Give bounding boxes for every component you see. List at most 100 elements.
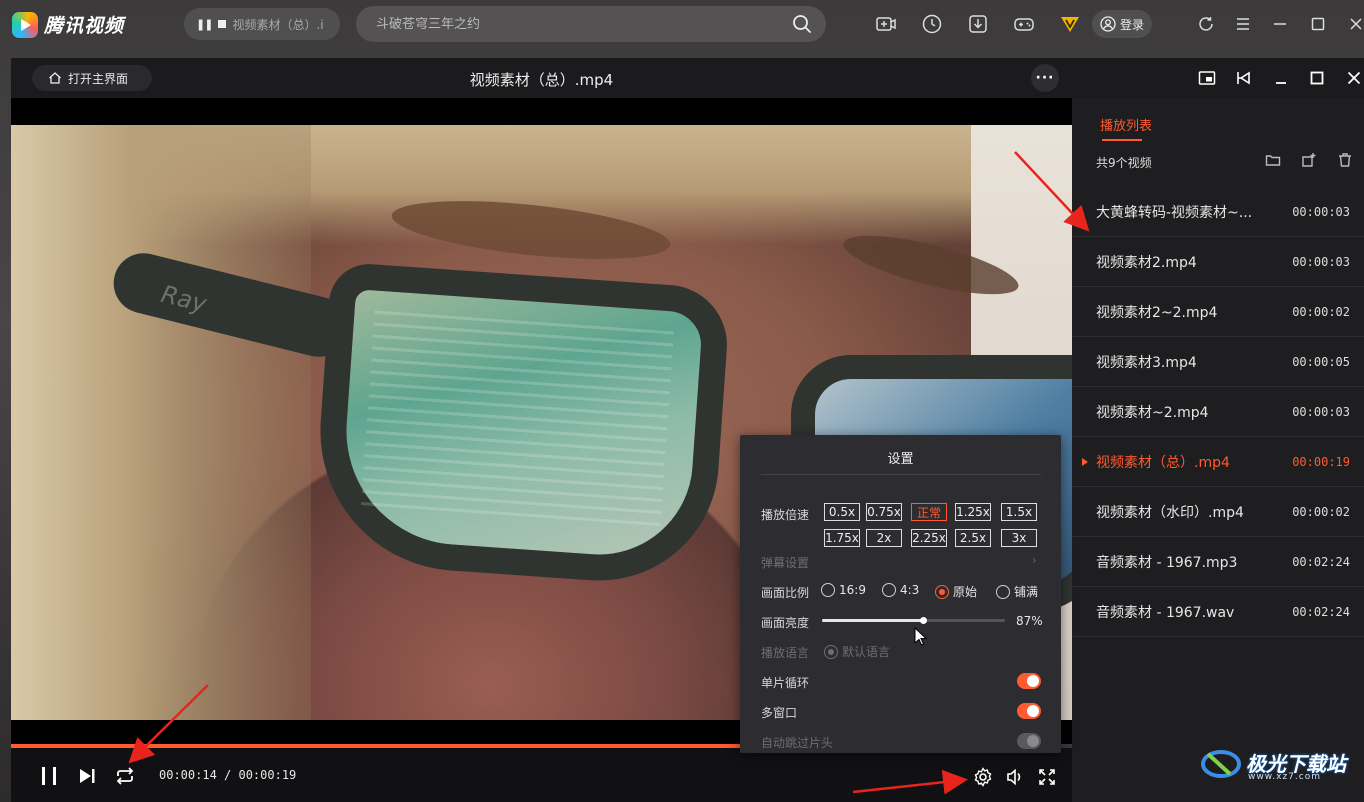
clock-icon (922, 14, 942, 34)
loop-button[interactable] (112, 764, 138, 788)
playlist-item-name: 视频素材（水印）.mp4 (1096, 504, 1244, 521)
multi-window-toggle[interactable] (1017, 703, 1041, 719)
aspect-ratio-option[interactable]: 原始 (935, 583, 977, 600)
minimize-app-button[interactable] (1268, 12, 1292, 36)
game-button[interactable] (1010, 10, 1038, 38)
speed-option[interactable]: 2.5x (955, 529, 991, 547)
aspect-ratio-option[interactable]: 铺满 (996, 583, 1038, 600)
close-icon (1347, 71, 1361, 85)
app-logo[interactable]: 腾讯视频 (12, 11, 124, 38)
chevron-right-icon[interactable]: › (1032, 553, 1037, 567)
settings-button[interactable] (972, 766, 994, 788)
close-player-button[interactable] (1343, 67, 1364, 89)
playlist-item[interactable]: 视频素材（水印）.mp4 00:00:02 (1072, 487, 1364, 537)
playlist-item[interactable]: 音频素材 - 1967.mp3 00:02:24 (1072, 537, 1364, 587)
speed-option[interactable]: 1.75x (824, 529, 860, 547)
single-loop-label: 单片循环 (761, 676, 810, 690)
volume-button[interactable] (1004, 766, 1026, 788)
speed-option[interactable]: 0.5x (824, 503, 860, 521)
close-app-button[interactable] (1344, 12, 1364, 36)
add-file-icon[interactable] (1301, 152, 1317, 168)
history-button[interactable] (918, 10, 946, 38)
download-button[interactable] (964, 10, 992, 38)
menu-button[interactable] (1231, 12, 1255, 36)
aspect-ratio-option[interactable]: 16:9 (821, 583, 866, 597)
vip-icon (1061, 17, 1079, 32)
app-window: 腾讯视频 ❚❚ 视频素材（总）.i 斗破苍穹三年之约 登录 打开主界面 视频素材… (0, 0, 1364, 802)
player-header: 打开主界面 视频素材（总）.mp4 ··· (11, 58, 1072, 98)
pin-on-top-button[interactable] (1233, 67, 1255, 89)
playlist-item[interactable]: 视频素材（总）.mp4 00:00:19 (1072, 437, 1364, 487)
now-playing-icon (1082, 457, 1088, 466)
speed-option[interactable]: 1.5x (1001, 503, 1037, 521)
aspect-ratio-option-label: 铺满 (1014, 585, 1039, 599)
playlist-count: 共9个视频 (1096, 156, 1152, 170)
pause-button[interactable] (37, 764, 61, 788)
brightness-slider-thumb[interactable] (919, 617, 927, 624)
speed-label: 播放倍速 (761, 508, 810, 522)
single-loop-toggle[interactable] (1017, 673, 1041, 689)
hamburger-icon (1237, 18, 1249, 30)
skip-intro-label: 自动跳过片头 (761, 736, 834, 750)
playlist-item[interactable]: 视频素材2.mp4 00:00:03 (1072, 237, 1364, 287)
aspect-ratio-option-label: 4:3 (900, 583, 920, 597)
playlist-item-duration: 00:00:03 (1292, 204, 1350, 219)
minimize-icon (1276, 82, 1286, 84)
picture-in-picture-icon (1198, 71, 1216, 85)
speed-option[interactable]: 1.25x (955, 503, 991, 521)
logo-text: 腾讯视频 (44, 15, 125, 37)
pause-icon (42, 767, 56, 785)
loop-icon (116, 767, 134, 785)
tencent-video-logo-icon (12, 11, 38, 38)
mini-mode-button[interactable] (1196, 67, 1218, 89)
search-bar (356, 6, 826, 42)
more-options-button[interactable]: ··· (1031, 64, 1059, 92)
current-time: 00:00:14 (159, 768, 217, 782)
brightness-slider[interactable] (822, 617, 1005, 624)
login-button[interactable]: 登录 (1092, 10, 1153, 38)
next-button[interactable] (75, 764, 99, 788)
trash-icon[interactable] (1337, 152, 1353, 168)
open-folder-icon[interactable] (1265, 152, 1281, 168)
brightness-slider-fill (822, 619, 923, 622)
speed-option[interactable]: 2.25x (911, 529, 947, 547)
speed-option[interactable]: 2x (866, 529, 902, 547)
search-icon[interactable] (792, 14, 812, 34)
speed-option[interactable]: 3x (1001, 529, 1037, 547)
add-video-icon (876, 17, 896, 31)
mini-stop-icon[interactable] (218, 20, 227, 28)
playlist-item-name: 大黄蜂转码-视频素材~... (1096, 204, 1253, 221)
aspect-ratio-option[interactable]: 4:3 (882, 583, 919, 597)
playlist-item[interactable]: 视频素材2~2.mp4 00:00:02 (1072, 287, 1364, 337)
maximize-app-button[interactable] (1306, 12, 1330, 36)
maximize-player-button[interactable] (1306, 67, 1328, 89)
tab-playlist[interactable]: 播放列表 (1100, 115, 1152, 134)
speed-option[interactable]: 0.75x (866, 503, 902, 521)
playlist-item[interactable]: 视频素材3.mp4 00:00:05 (1072, 337, 1364, 387)
mini-player-title: 视频素材（总）.i (232, 17, 324, 32)
playlist-item-duration: 00:00:19 (1292, 454, 1350, 469)
language-label: 播放语言 (761, 646, 810, 660)
vip-button[interactable] (1056, 10, 1084, 38)
more-icon: ··· (1035, 70, 1055, 86)
mini-pause-icon[interactable]: ❚❚ (196, 18, 213, 31)
speed-option[interactable]: 正常 (911, 503, 947, 521)
playlist-item-name: 视频素材2.mp4 (1096, 254, 1197, 271)
refresh-button[interactable] (1194, 12, 1218, 36)
mini-player[interactable]: ❚❚ 视频素材（总）.i (184, 8, 340, 40)
radio-dot (882, 583, 896, 597)
playlist-item[interactable]: 视频素材~2.mp4 00:00:03 (1072, 387, 1364, 437)
minimize-player-button[interactable] (1270, 67, 1292, 89)
danmaku-settings-label[interactable]: 弹幕设置 (761, 554, 809, 571)
control-bar: 00:00:14 / 00:00:19 (11, 748, 1072, 802)
gear-icon (974, 767, 992, 787)
playlist-item[interactable]: 大黄蜂转码-视频素材~... 00:00:03 (1072, 187, 1364, 237)
upload-video-button[interactable] (872, 10, 900, 38)
fullscreen-button[interactable] (1036, 766, 1058, 788)
site-watermark: 极光下载站 www.xz7.com (1200, 744, 1346, 782)
maximize-icon (1311, 17, 1325, 31)
search-input[interactable] (376, 16, 792, 32)
player-window-controls (1072, 58, 1364, 98)
mouse-cursor-icon (914, 627, 928, 646)
playlist-item[interactable]: 音频素材 - 1967.wav 00:02:24 (1072, 587, 1364, 637)
